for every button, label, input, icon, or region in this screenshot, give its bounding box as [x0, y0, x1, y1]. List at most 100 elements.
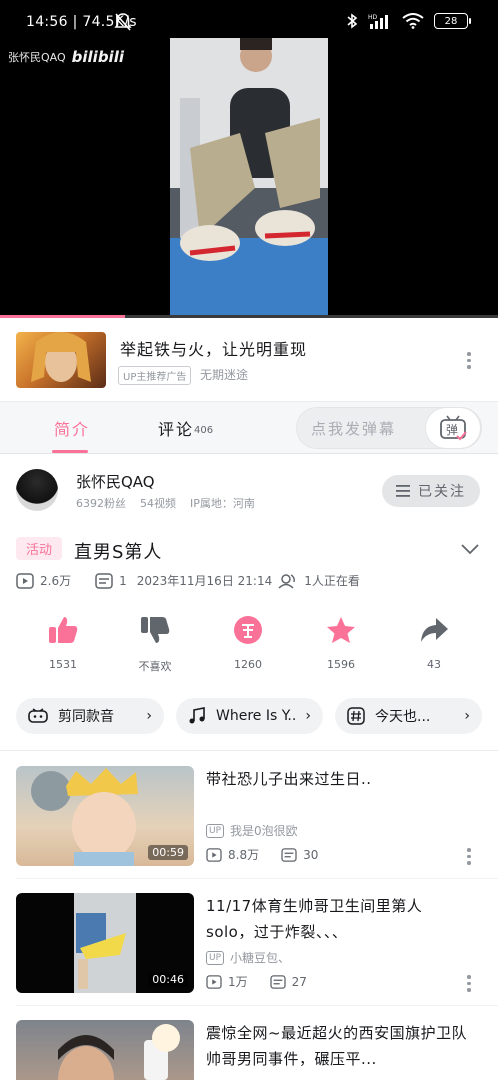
- bell-muted-icon: [114, 12, 132, 36]
- video-duration: 00:46: [148, 972, 188, 987]
- up-icon: UP: [206, 823, 225, 838]
- ad-subtitle: 无期迷途: [200, 368, 249, 382]
- chevron-right-icon: ›: [305, 708, 311, 724]
- chevron-down-icon[interactable]: [460, 540, 480, 559]
- viewers-icon: [278, 573, 296, 589]
- video-card-plays: 8.8万: [228, 848, 260, 862]
- thumbs-down-icon: [141, 617, 170, 643]
- video-stats: 2.6万 1 2023年11月16日 21:14 1人正在看: [16, 572, 360, 589]
- uploader-meta: 6392粉丝 54视频 IP属地：河南: [76, 495, 255, 511]
- recommendation-item[interactable]: 00:46 11/17体育生帅哥卫生间里第人solo，过于炸裂、、、 UP 小糖豆…: [0, 879, 498, 1005]
- video-card-danmaku: 30: [303, 847, 319, 862]
- favorite-button[interactable]: 1596: [306, 612, 376, 671]
- danmaku-count-icon: [281, 847, 297, 862]
- tag-label: 今天也...: [375, 709, 431, 725]
- video-card-title: 11/17体育生帅哥卫生间里第人solo，过于炸裂、、、: [206, 897, 423, 941]
- more-icon[interactable]: [465, 848, 473, 865]
- tab-intro[interactable]: 简介: [54, 416, 90, 440]
- video-frame: [170, 38, 328, 318]
- danmaku-box: 弹: [296, 407, 482, 449]
- ip-location: IP属地：河南: [190, 497, 255, 510]
- wifi-icon: [402, 13, 424, 29]
- video-thumbnail: 00:59: [16, 766, 194, 866]
- star-icon: [327, 617, 355, 643]
- video-card-uploader: 我是0泡很欧: [230, 824, 298, 838]
- share-count: 43: [427, 658, 441, 671]
- video-title: 直男S第人: [74, 542, 163, 563]
- like-count: 1531: [49, 658, 77, 671]
- share-button[interactable]: 43: [399, 612, 469, 671]
- video-duration: 00:59: [148, 845, 188, 860]
- share-icon: [421, 618, 448, 642]
- battery-indicator: 28: [434, 13, 471, 29]
- follow-button[interactable]: 已关注: [382, 475, 480, 507]
- hashtag-icon: [347, 707, 365, 725]
- action-bar: 1531 不喜欢 1260 1596 43: [0, 612, 498, 678]
- publish-date: 2023年11月16日 21:14: [136, 574, 273, 588]
- chevron-right-icon: ›: [464, 708, 470, 724]
- play-count-icon: [16, 572, 34, 589]
- section-divider: [0, 750, 498, 751]
- status-bar: 14:56 | 74.5K/s HD 28: [0, 0, 498, 46]
- tag-row: 剪同款音 › Where Is Y... › 今天也... ›: [16, 698, 498, 734]
- video-card-title: 震惊全网~最近超火的西安国旗护卫队帅哥男同事件，碾压平...: [206, 1024, 468, 1068]
- video-count: 54视频: [140, 497, 176, 510]
- activity-badge[interactable]: 活动: [16, 537, 63, 560]
- menu-icon: [396, 485, 410, 497]
- danmaku-count: 1: [119, 573, 127, 588]
- music-icon: [189, 707, 205, 724]
- more-icon[interactable]: [465, 352, 473, 369]
- like-button[interactable]: 1531: [28, 612, 98, 671]
- video-title-row: 活动 直男S第人: [0, 532, 498, 568]
- coin-icon: [234, 616, 262, 644]
- tag-chip[interactable]: 今天也... ›: [335, 698, 482, 734]
- thumbs-up-icon: [49, 617, 78, 643]
- video-player[interactable]: 14:56 | 74.5K/s HD 28 张怀民QAQ bilibili: [0, 0, 498, 318]
- bluetooth-icon: [347, 13, 358, 29]
- dislike-label: 不喜欢: [138, 660, 172, 673]
- ad-thumbnail: [16, 332, 106, 388]
- play-count-icon: [206, 974, 222, 989]
- favorite-count: 1596: [327, 658, 355, 671]
- tab-comments[interactable]: 评论406: [158, 416, 213, 440]
- follow-label: 已关注: [418, 484, 466, 500]
- play-count-icon: [206, 847, 222, 862]
- ad-badge: UP主推荐广告: [118, 366, 192, 385]
- danmaku-toggle-button[interactable]: 弹: [425, 407, 481, 449]
- tab-comments-label: 评论: [158, 420, 195, 439]
- ad-banner[interactable]: 举起铁与火，让光明重现 UP主推荐广告 无期迷途: [0, 318, 498, 402]
- bilibili-logo: bilibili: [71, 48, 124, 66]
- video-thumbnail: [16, 1020, 194, 1080]
- video-watermark: 张怀民QAQ bilibili: [8, 48, 124, 66]
- chevron-right-icon: ›: [146, 708, 152, 724]
- video-card-plays: 1万: [228, 975, 248, 989]
- uploader-name[interactable]: 张怀民QAQ: [76, 471, 155, 492]
- recommendation-item[interactable]: 00:59 带社恐儿子出来过生日.. UP 我是0泡很欧 8.8万 30: [0, 752, 498, 878]
- danmaku-icon: 弹: [440, 415, 467, 441]
- danmaku-count-icon: [95, 572, 113, 589]
- fans-count: 6392粉丝: [76, 497, 126, 510]
- coin-count: 1260: [234, 658, 262, 671]
- play-count: 2.6万: [40, 574, 72, 588]
- up-icon: UP: [206, 950, 225, 965]
- tab-bar: 简介 评论406 弹: [0, 402, 498, 454]
- uploader-info: 张怀民QAQ 6392粉丝 54视频 IP属地：河南 已关注: [0, 455, 498, 527]
- ad-title: 举起铁与火，让光明重现: [120, 340, 308, 359]
- game-icon: [28, 708, 48, 723]
- dislike-button[interactable]: 不喜欢: [120, 612, 190, 674]
- tag-label: Where Is Y...: [216, 708, 296, 724]
- video-thumbnail: 00:46: [16, 893, 194, 993]
- tab-underline: [52, 450, 88, 453]
- recommendation-item[interactable]: 震惊全网~最近超火的西安国旗护卫队帅哥男同事件，碾压平...: [0, 1006, 498, 1080]
- coin-button[interactable]: 1260: [213, 612, 283, 671]
- signal-icon: HD: [368, 14, 388, 29]
- tag-chip[interactable]: Where Is Y... ›: [176, 698, 323, 734]
- video-card-title: 带社恐儿子出来过生日..: [206, 770, 372, 788]
- watching-count: 1人正在看: [304, 574, 360, 588]
- more-icon[interactable]: [465, 975, 473, 992]
- danmaku-input[interactable]: [311, 418, 421, 440]
- tag-chip[interactable]: 剪同款音 ›: [16, 698, 164, 734]
- avatar[interactable]: [16, 469, 58, 511]
- danmaku-count-icon: [269, 974, 286, 989]
- svg-text:HD: HD: [368, 14, 378, 21]
